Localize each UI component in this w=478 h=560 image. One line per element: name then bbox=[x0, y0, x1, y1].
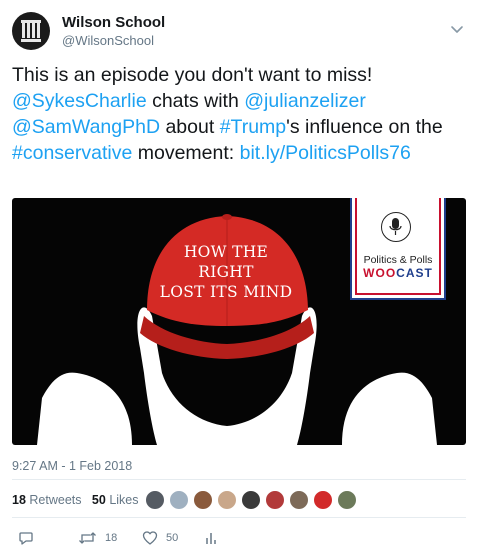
tweet-text-plain: about bbox=[160, 116, 220, 138]
divider bbox=[12, 517, 466, 518]
media-image[interactable]: HOW THE RIGHT LOST ITS MIND Politics & P… bbox=[12, 198, 466, 445]
tweet-header: Wilson School @WilsonSchool bbox=[12, 12, 466, 52]
avatar-logo-base bbox=[21, 39, 41, 42]
hashtag-link[interactable]: #Trump bbox=[220, 116, 286, 138]
retweets-stat[interactable]: 18 Retweets bbox=[12, 493, 82, 507]
reply-button[interactable] bbox=[18, 528, 34, 548]
avatar[interactable] bbox=[12, 12, 50, 50]
account-handle[interactable]: @WilsonSchool bbox=[62, 33, 154, 48]
avatar[interactable] bbox=[169, 490, 189, 510]
mention-link[interactable]: @SykesCharlie bbox=[12, 90, 147, 112]
avatar[interactable] bbox=[313, 490, 333, 510]
avatar[interactable] bbox=[217, 490, 237, 510]
retweet-count: 18 bbox=[105, 532, 118, 544]
like-icon bbox=[142, 531, 158, 545]
avatar[interactable] bbox=[337, 490, 357, 510]
podcast-logo-title: Politics & Polls bbox=[363, 254, 433, 266]
like-count: 50 bbox=[166, 532, 179, 544]
avatar[interactable] bbox=[241, 490, 261, 510]
mention-link[interactable]: @julianzelizer bbox=[244, 90, 366, 112]
podcast-logo: Politics & Polls WOOCAST bbox=[350, 198, 446, 300]
avatar[interactable] bbox=[265, 490, 285, 510]
microphone-icon bbox=[381, 212, 411, 242]
retweet-icon bbox=[79, 532, 96, 544]
analytics-icon bbox=[206, 533, 216, 544]
tweet-actions: 18 50 bbox=[12, 528, 466, 548]
reply-icon bbox=[19, 532, 33, 545]
retweet-button[interactable]: 18 bbox=[78, 528, 117, 548]
avatar[interactable] bbox=[289, 490, 309, 510]
tweet-text-plain: movement: bbox=[132, 142, 240, 164]
tweet-stats: 18 Retweets 50 Likes bbox=[12, 493, 139, 507]
analytics-button[interactable] bbox=[204, 528, 218, 548]
avatar[interactable] bbox=[145, 490, 165, 510]
url-link[interactable]: bit.ly/PoliticsPolls76 bbox=[240, 142, 411, 164]
hashtag-link[interactable]: #conservative bbox=[12, 142, 132, 164]
likes-stat[interactable]: 50 Likes bbox=[92, 493, 139, 507]
hat-text: HOW THE RIGHT LOST ITS MIND bbox=[159, 243, 293, 301]
account-name[interactable]: Wilson School bbox=[62, 14, 165, 31]
divider bbox=[12, 479, 466, 480]
tweet-text-plain: This is an episode you don't want to mis… bbox=[12, 64, 373, 86]
tweet-text: This is an episode you don't want to mis… bbox=[12, 62, 467, 166]
tweet-timestamp[interactable]: 9:27 AM - 1 Feb 2018 bbox=[12, 459, 132, 473]
tweet-text-plain: 's influence on the bbox=[286, 116, 443, 138]
podcast-logo-subtitle: WOOCAST bbox=[363, 266, 433, 280]
chevron-down-icon[interactable] bbox=[450, 22, 464, 36]
mention-link[interactable]: @SamWangPhD bbox=[12, 116, 160, 138]
like-button[interactable]: 50 bbox=[142, 528, 178, 548]
avatar[interactable] bbox=[193, 490, 213, 510]
tweet-text-plain: chats with bbox=[146, 90, 245, 112]
